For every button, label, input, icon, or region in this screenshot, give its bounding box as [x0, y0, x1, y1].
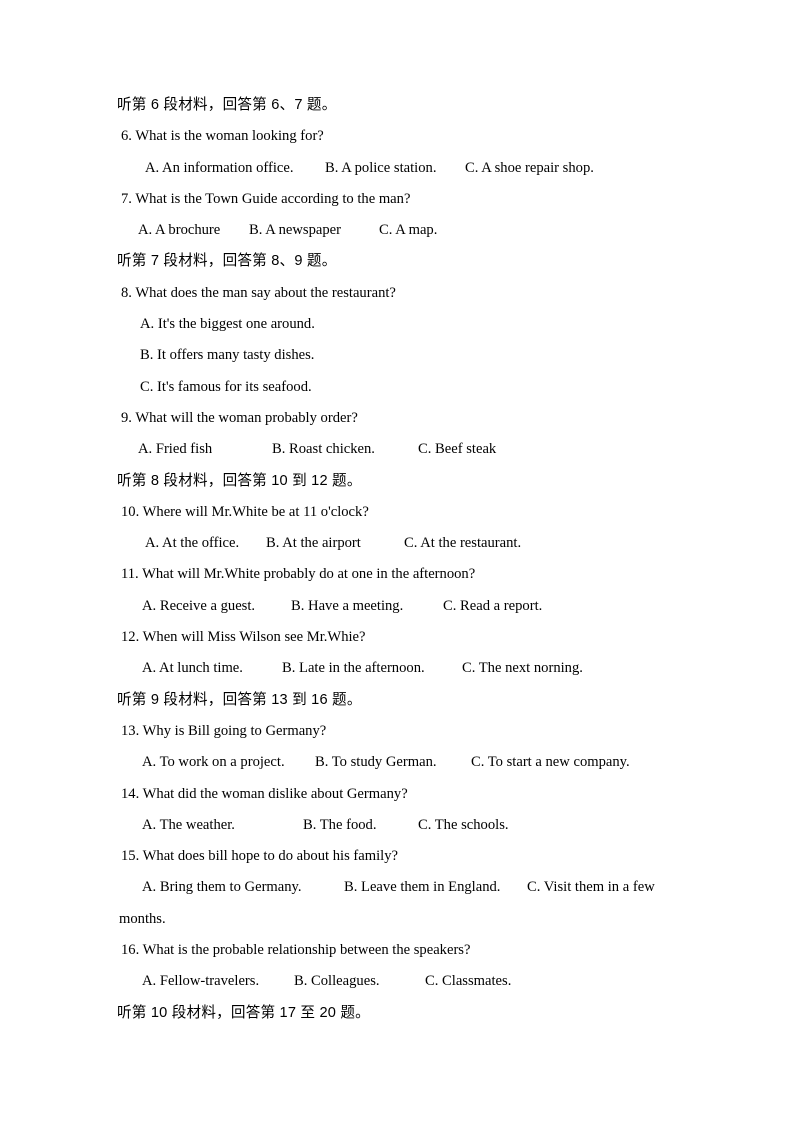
options-11: A. Receive a guest. B. Have a meeting. C. …	[114, 591, 684, 622]
options-14-choice[interactable]: C. The schools.	[418, 810, 509, 841]
section-header-6: 听第 6 段材料，回答第 6、7 题。	[117, 97, 337, 113]
options-16-choice[interactable]: A. Fellow-travelers.	[142, 966, 259, 997]
options-14-choice[interactable]: A. The weather.	[142, 810, 235, 841]
options-16: A. Fellow-travelers. B. Colleagues. C. Cla…	[114, 966, 684, 997]
question-14: 14. What did the woman dislike about Ger…	[121, 785, 408, 802]
options-9-choice[interactable]: B. Roast chicken.	[272, 434, 375, 465]
section-header-7: 听第 7 段材料，回答第 8、9 题。	[117, 253, 337, 270]
question-11: 11. What will Mr.White probably do at on…	[121, 566, 476, 583]
options-12-choice[interactable]: A. At lunch time.	[142, 653, 243, 684]
exam-content-column: 听第 6 段材料，回答第 6、7 题。 6. What is the woman …	[114, 90, 684, 1029]
options-15: A. Bring them to Germany. B. Leave them i…	[114, 872, 684, 903]
options-10-choice[interactable]: A. At the office.	[145, 528, 239, 559]
question-12: 12. When will Miss Wilson see Mr.Whie?	[121, 629, 366, 646]
question-7: 7. What is the Town Guide according to t…	[121, 190, 411, 207]
question-10: 10. Where will Mr.White be at 11 o'clock…	[121, 503, 369, 520]
options-10-choice[interactable]: B. At the airport	[266, 528, 361, 559]
options-15-choice[interactable]: C. Visit them in a few	[527, 872, 655, 903]
options-11-choice[interactable]: C. Read a report.	[443, 591, 542, 622]
section-header-8: 听第 8 段材料，回答第 10 到 12 题。	[117, 472, 362, 489]
options-11-choice[interactable]: B. Have a meeting.	[291, 591, 403, 622]
option-8-c[interactable]: C. It's famous for its seafood.	[114, 372, 684, 403]
options-7-choice[interactable]: A. A brochure	[138, 215, 220, 246]
question-13: 13. Why is Bill going to Germany?	[121, 722, 327, 739]
options-13: A. To work on a project. B. To study Germ…	[114, 747, 684, 778]
section-header-9: 听第 9 段材料，回答第 13 到 16 题。	[117, 691, 362, 708]
options-13-choice[interactable]: C. To start a new company.	[471, 747, 630, 778]
options-13-choice[interactable]: A. To work on a project.	[142, 747, 285, 778]
options-7: A. A brochure B. A newspaper C. A map.	[114, 215, 684, 246]
question-9: 9. What will the woman probably order?	[121, 409, 358, 426]
options-10-choice[interactable]: C. At the restaurant.	[404, 528, 521, 559]
options-7-choice[interactable]: B. A newspaper	[249, 215, 341, 246]
options-15-choice[interactable]: B. Leave them in England.	[344, 872, 500, 903]
question-6: 6. What is the woman looking for?	[121, 128, 324, 145]
options-12-choice[interactable]: C. The next norning.	[462, 653, 583, 684]
options-9-choice[interactable]: A. Fried fish	[138, 434, 212, 465]
exam-page: 听第 6 段材料，回答第 6、7 题。 6. What is the woman …	[0, 0, 794, 1123]
options-6-choice[interactable]: B. A police station.	[325, 153, 436, 184]
section-header-10: 听第 10 段材料，回答第 17 至 20 题。	[117, 1004, 370, 1021]
question-8: 8. What does the man say about the resta…	[121, 284, 396, 301]
options-15-choice[interactable]: A. Bring them to Germany.	[142, 872, 302, 903]
option-8-b[interactable]: B. It offers many tasty dishes.	[114, 340, 684, 371]
question-16: 16. What is the probable relationship be…	[121, 942, 471, 959]
question-15-wrap: months.	[119, 910, 166, 927]
options-12: A. At lunch time. B. Late in the afternoo…	[114, 653, 684, 684]
options-16-choice[interactable]: C. Classmates.	[425, 966, 511, 997]
options-6-choice[interactable]: C. A shoe repair shop.	[465, 153, 594, 184]
options-14: A. The weather. B. The food. C. The school…	[114, 810, 684, 841]
options-14-choice[interactable]: B. The food.	[303, 810, 377, 841]
options-16-choice[interactable]: B. Colleagues.	[294, 966, 380, 997]
options-10: A. At the office. B. At the airport C. At …	[114, 528, 684, 559]
options-6: A. An information office. B. A police sta…	[114, 153, 684, 184]
options-13-choice[interactable]: B. To study German.	[315, 747, 437, 778]
options-12-choice[interactable]: B. Late in the afternoon.	[282, 653, 425, 684]
options-11-choice[interactable]: A. Receive a guest.	[142, 591, 255, 622]
options-9: A. Fried fish B. Roast chicken. C. Beef st…	[114, 434, 684, 465]
option-8-a[interactable]: A. It's the biggest one around.	[114, 309, 684, 340]
options-7-choice[interactable]: C. A map.	[379, 215, 437, 246]
question-15: 15. What does bill hope to do about his …	[121, 848, 398, 865]
options-6-choice[interactable]: A. An information office.	[145, 153, 293, 184]
options-9-choice[interactable]: C. Beef steak	[418, 434, 496, 465]
